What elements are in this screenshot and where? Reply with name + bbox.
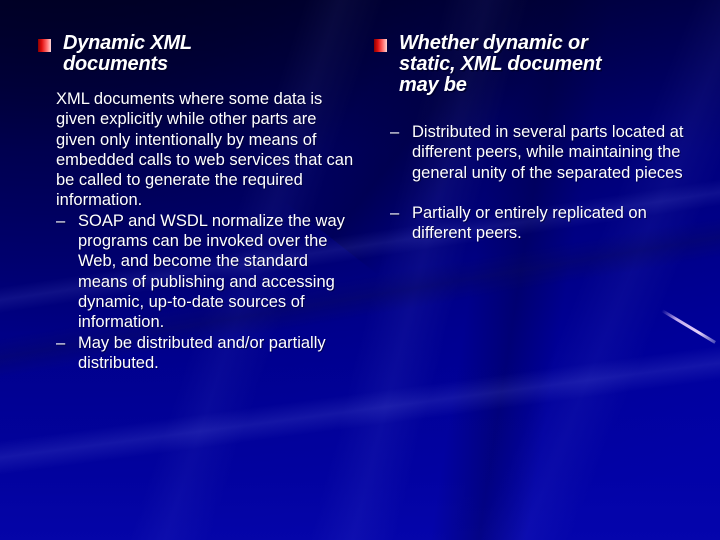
heading-left: Dynamic XML documents — [38, 33, 288, 75]
body-paragraph-text: SOAP and WSDL normalize the way programs… — [78, 211, 345, 332]
dash-marker: – — [390, 203, 400, 222]
body-left: – XML documents where some data is given… — [0, 89, 356, 373]
content-column-left: Dynamic XML documents – XML documents wh… — [0, 0, 360, 373]
dash-marker: – — [56, 211, 66, 230]
body-right: – Distributed in several parts located a… — [360, 122, 690, 243]
heading-left-text: Dynamic XML documents — [63, 32, 192, 75]
body-paragraph: – May be distributed and/or partially di… — [56, 333, 356, 374]
body-paragraph-text: XML documents where some data is given e… — [56, 90, 354, 210]
slide-canvas: Dynamic XML documents – XML documents wh… — [0, 0, 720, 540]
background-light-streak — [661, 309, 716, 344]
dash-marker: – — [56, 333, 66, 352]
dash-marker: – — [390, 123, 400, 141]
body-paragraph-text: Distributed in several parts located at … — [412, 123, 684, 182]
square-bullet-icon — [38, 39, 51, 52]
body-paragraph: – XML documents where some data is given… — [56, 89, 356, 211]
body-paragraph: – Partially or entirely replicated on di… — [390, 203, 690, 244]
body-paragraph: – Distributed in several parts located a… — [390, 122, 690, 183]
body-paragraph-text: Partially or entirely replicated on diff… — [412, 203, 647, 243]
body-paragraph-text: May be distributed and/or partially dist… — [78, 333, 326, 372]
heading-right: Whether dynamic or static, XML document … — [374, 33, 624, 96]
body-paragraph: – SOAP and WSDL normalize the way progra… — [56, 211, 356, 333]
square-bullet-icon — [374, 39, 387, 52]
content-column-right: Whether dynamic or static, XML document … — [360, 0, 720, 243]
heading-right-text: Whether dynamic or static, XML document … — [399, 32, 602, 96]
